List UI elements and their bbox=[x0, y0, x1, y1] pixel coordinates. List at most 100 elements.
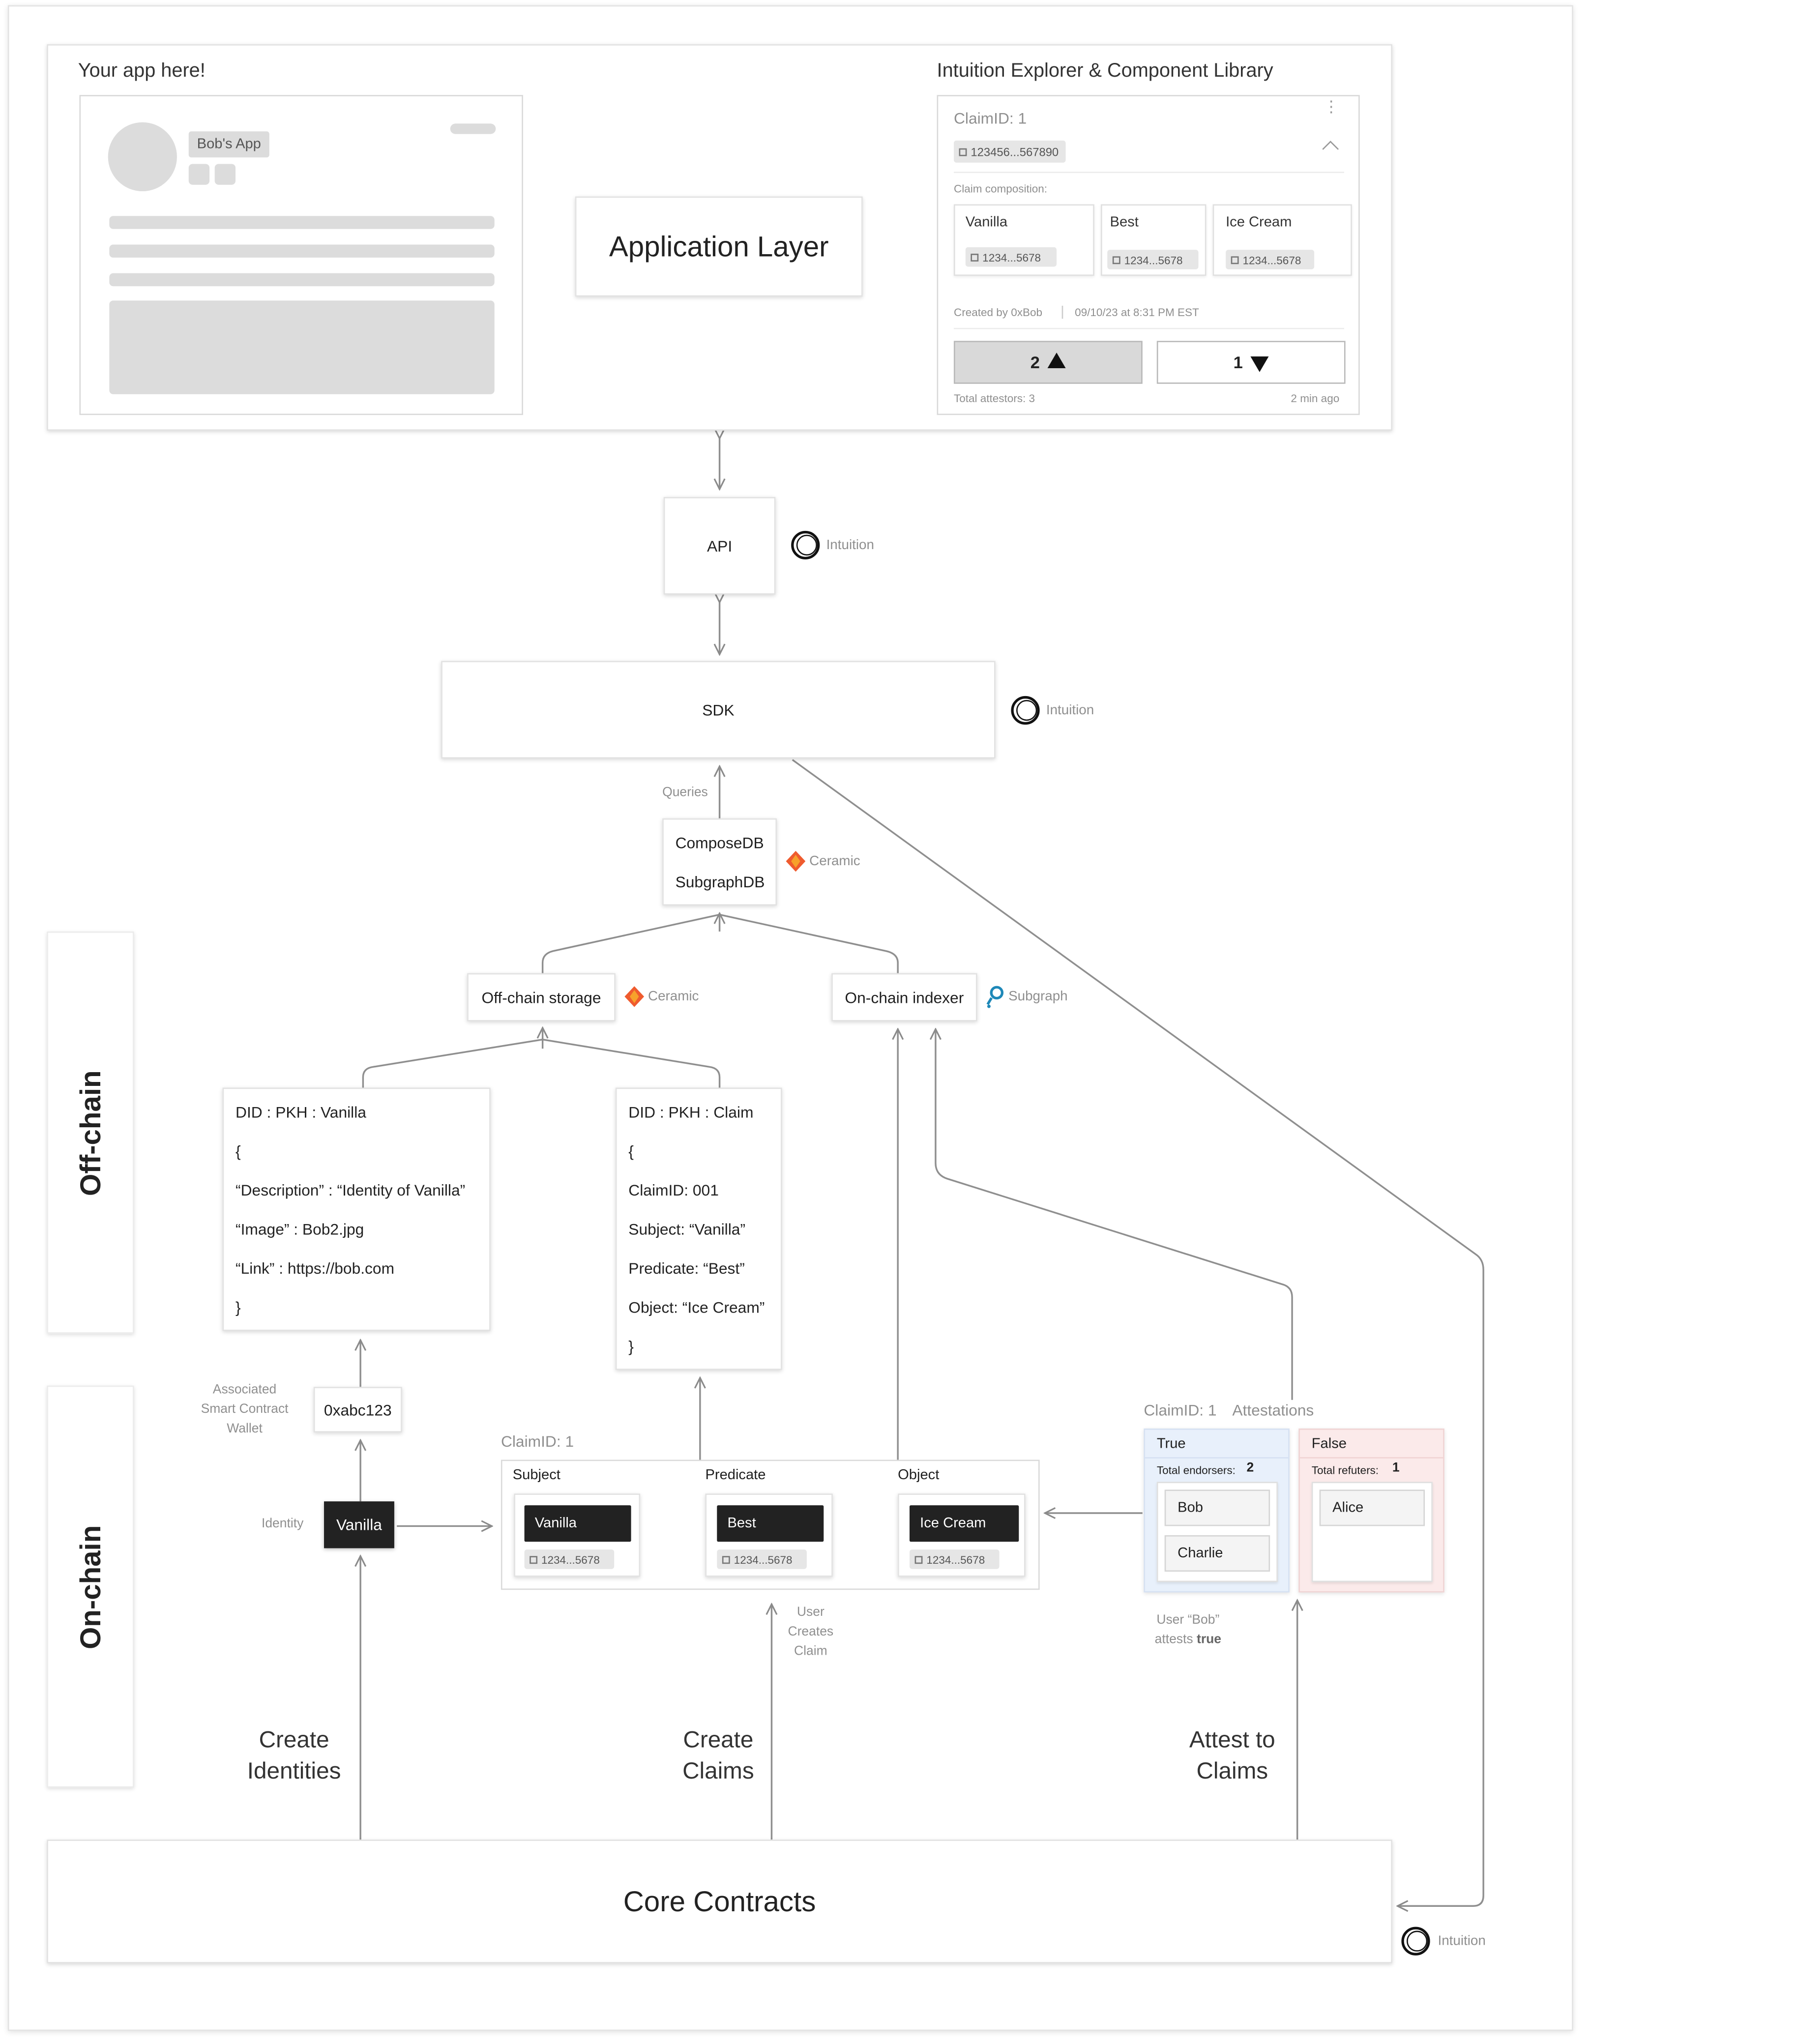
claim-card: ClaimID: 1 ⋮ 123456...567890 Claim compo… bbox=[937, 95, 1360, 415]
action-line: Claims bbox=[1196, 1757, 1268, 1784]
time-ago: 2 min ago bbox=[1291, 391, 1340, 405]
caption-line: User bbox=[796, 1605, 825, 1620]
caption-prefix: attests bbox=[1154, 1633, 1193, 1647]
application-layer-box: Application Layer bbox=[575, 196, 863, 297]
composition-part[interactable]: Ice Cream 1234...5678 bbox=[1212, 204, 1352, 276]
composition-part[interactable]: Best 1234...5678 bbox=[1101, 204, 1207, 276]
ceramic-icon bbox=[624, 986, 645, 1007]
docs-merge bbox=[362, 1038, 721, 1088]
doc-line: { bbox=[236, 1142, 241, 1161]
create-claims-label: Create Claims bbox=[640, 1724, 796, 1786]
claim-object-address: 1234...5678 bbox=[909, 1549, 1000, 1569]
triangle-down-icon bbox=[1250, 356, 1269, 372]
doc-line: Subject: “Vanilla” bbox=[628, 1220, 746, 1239]
endorser-item[interactable]: Charlie bbox=[1164, 1535, 1270, 1572]
intuition-logo-icon bbox=[791, 530, 820, 560]
copy-icon bbox=[914, 1555, 923, 1563]
copy-icon bbox=[1231, 256, 1239, 263]
part-address-chip: 1234...5678 bbox=[965, 247, 1057, 267]
action-line: Identities bbox=[247, 1757, 341, 1784]
composition-part[interactable]: Vanilla 1234...5678 bbox=[953, 204, 1094, 276]
copy-icon bbox=[1112, 256, 1120, 263]
offchain-storage-brand: Ceramic bbox=[648, 989, 699, 1005]
false-label: False bbox=[1311, 1436, 1347, 1452]
created-by: Created by 0xBob bbox=[953, 305, 1043, 319]
doc-line: DID : PKH : Claim bbox=[628, 1103, 754, 1122]
app-name-badge: Bob's App bbox=[188, 131, 269, 158]
endorser-name: Charlie bbox=[1178, 1546, 1223, 1561]
doc-line: Object: “Ice Cream” bbox=[628, 1298, 765, 1317]
claim-subject-card[interactable]: Vanilla 1234...5678 bbox=[514, 1493, 641, 1577]
meta-separator bbox=[1061, 305, 1063, 319]
refuter-item[interactable]: Alice bbox=[1319, 1489, 1425, 1526]
endorsers-list: Bob Charlie bbox=[1156, 1482, 1278, 1582]
refuters-count: 1 bbox=[1392, 1461, 1400, 1476]
caption-line: User “Bob” bbox=[1156, 1613, 1220, 1628]
downvote-button[interactable]: 1 bbox=[1156, 341, 1346, 384]
claim-address-text: 1234...5678 bbox=[926, 1552, 985, 1566]
api-box: API bbox=[663, 497, 776, 595]
wallet-caption-line: Wallet bbox=[227, 1422, 263, 1436]
doc-line: ClaimID: 001 bbox=[628, 1181, 719, 1200]
copy-icon bbox=[971, 253, 979, 261]
intuition-logo-icon bbox=[1401, 1927, 1430, 1956]
doc-line: DID : PKH : Vanilla bbox=[236, 1103, 366, 1122]
chevron-up-icon[interactable] bbox=[1322, 141, 1339, 157]
core-contracts-box: Core Contracts bbox=[47, 1840, 1392, 1963]
claim-column-heading: Predicate bbox=[705, 1467, 766, 1484]
kebab-menu-icon[interactable]: ⋮ bbox=[1324, 99, 1339, 115]
placeholder-line bbox=[109, 244, 495, 258]
doc-line: } bbox=[236, 1298, 241, 1317]
attestation-indexer-arrow bbox=[936, 1029, 1293, 1400]
composedb-box: ComposeDB SubgraphDB bbox=[662, 818, 777, 906]
placeholder-pill bbox=[450, 123, 496, 134]
part-address: 1234...5678 bbox=[1242, 253, 1301, 266]
intuition-logo-icon bbox=[1011, 696, 1040, 725]
true-label: True bbox=[1156, 1436, 1186, 1452]
divider bbox=[953, 327, 1344, 329]
onchain-section-label: On-chain bbox=[47, 1385, 134, 1788]
endorsers-count: 2 bbox=[1246, 1461, 1254, 1476]
wallet-caption-line: Associated bbox=[212, 1383, 277, 1398]
attestation-claim-id: ClaimID: 1 bbox=[1144, 1401, 1217, 1420]
claim-predicate-card[interactable]: Best 1234...5678 bbox=[705, 1493, 833, 1577]
wallet-caption-line: Smart Contract bbox=[201, 1402, 289, 1417]
doc-line: } bbox=[628, 1337, 634, 1356]
attestation-false-panel: False Total refuters: 1 Alice bbox=[1298, 1428, 1444, 1593]
claim-object-card[interactable]: Ice Cream 1234...5678 bbox=[898, 1493, 1026, 1577]
placeholder-square bbox=[188, 164, 210, 185]
subgraphdb-label: SubgraphDB bbox=[675, 873, 765, 891]
wallet-caption: Associated Smart Contract Wallet bbox=[182, 1380, 307, 1439]
caption-bold: true bbox=[1197, 1633, 1222, 1647]
architecture-diagram: Your app here! Bob's App Application Lay… bbox=[0, 0, 1797, 2044]
refuters-label: Total refuters: bbox=[1311, 1463, 1379, 1477]
claim-subject-address: 1234...5678 bbox=[524, 1549, 615, 1569]
created-at: 09/10/23 at 8:31 PM EST bbox=[1075, 305, 1199, 319]
attestations-title: Attestations bbox=[1232, 1401, 1314, 1420]
identity-box[interactable]: Vanilla bbox=[324, 1501, 394, 1548]
onchain-label: On-chain bbox=[73, 1524, 106, 1649]
caption-line: Claim bbox=[794, 1644, 827, 1659]
claim-address-text: 1234...5678 bbox=[734, 1552, 793, 1566]
claim-column-heading: Object bbox=[898, 1467, 940, 1484]
doc-line: Predicate: “Best” bbox=[628, 1259, 745, 1278]
caption-line: attests true bbox=[1136, 1630, 1240, 1650]
identity-document: DID : PKH : Vanilla { “Description” : “I… bbox=[222, 1087, 491, 1331]
endorser-item[interactable]: Bob bbox=[1164, 1489, 1270, 1526]
part-name: Ice Cream bbox=[1226, 214, 1292, 231]
claim-address-chip[interactable]: 123456...567890 bbox=[953, 140, 1065, 163]
false-divider bbox=[1299, 1457, 1443, 1459]
claim-document: DID : PKH : Claim { ClaimID: 001 Subject… bbox=[615, 1087, 782, 1370]
explorer-title: Intuition Explorer & Component Library bbox=[937, 59, 1273, 82]
user-bob-attests-caption: User “Bob” attests true bbox=[1136, 1610, 1240, 1649]
endorsers-label: Total endorsers: bbox=[1156, 1463, 1236, 1477]
placeholder-block bbox=[109, 300, 495, 394]
copy-icon bbox=[959, 147, 967, 156]
ceramic-icon bbox=[786, 850, 806, 872]
sdk-box: SDK bbox=[441, 661, 996, 759]
claim-address-text: 1234...5678 bbox=[541, 1552, 600, 1566]
doc-line: “Image” : Bob2.jpg bbox=[236, 1220, 364, 1239]
placeholder-line bbox=[109, 273, 495, 287]
action-line: Claims bbox=[682, 1757, 754, 1784]
upvote-button[interactable]: 2 bbox=[953, 341, 1143, 384]
